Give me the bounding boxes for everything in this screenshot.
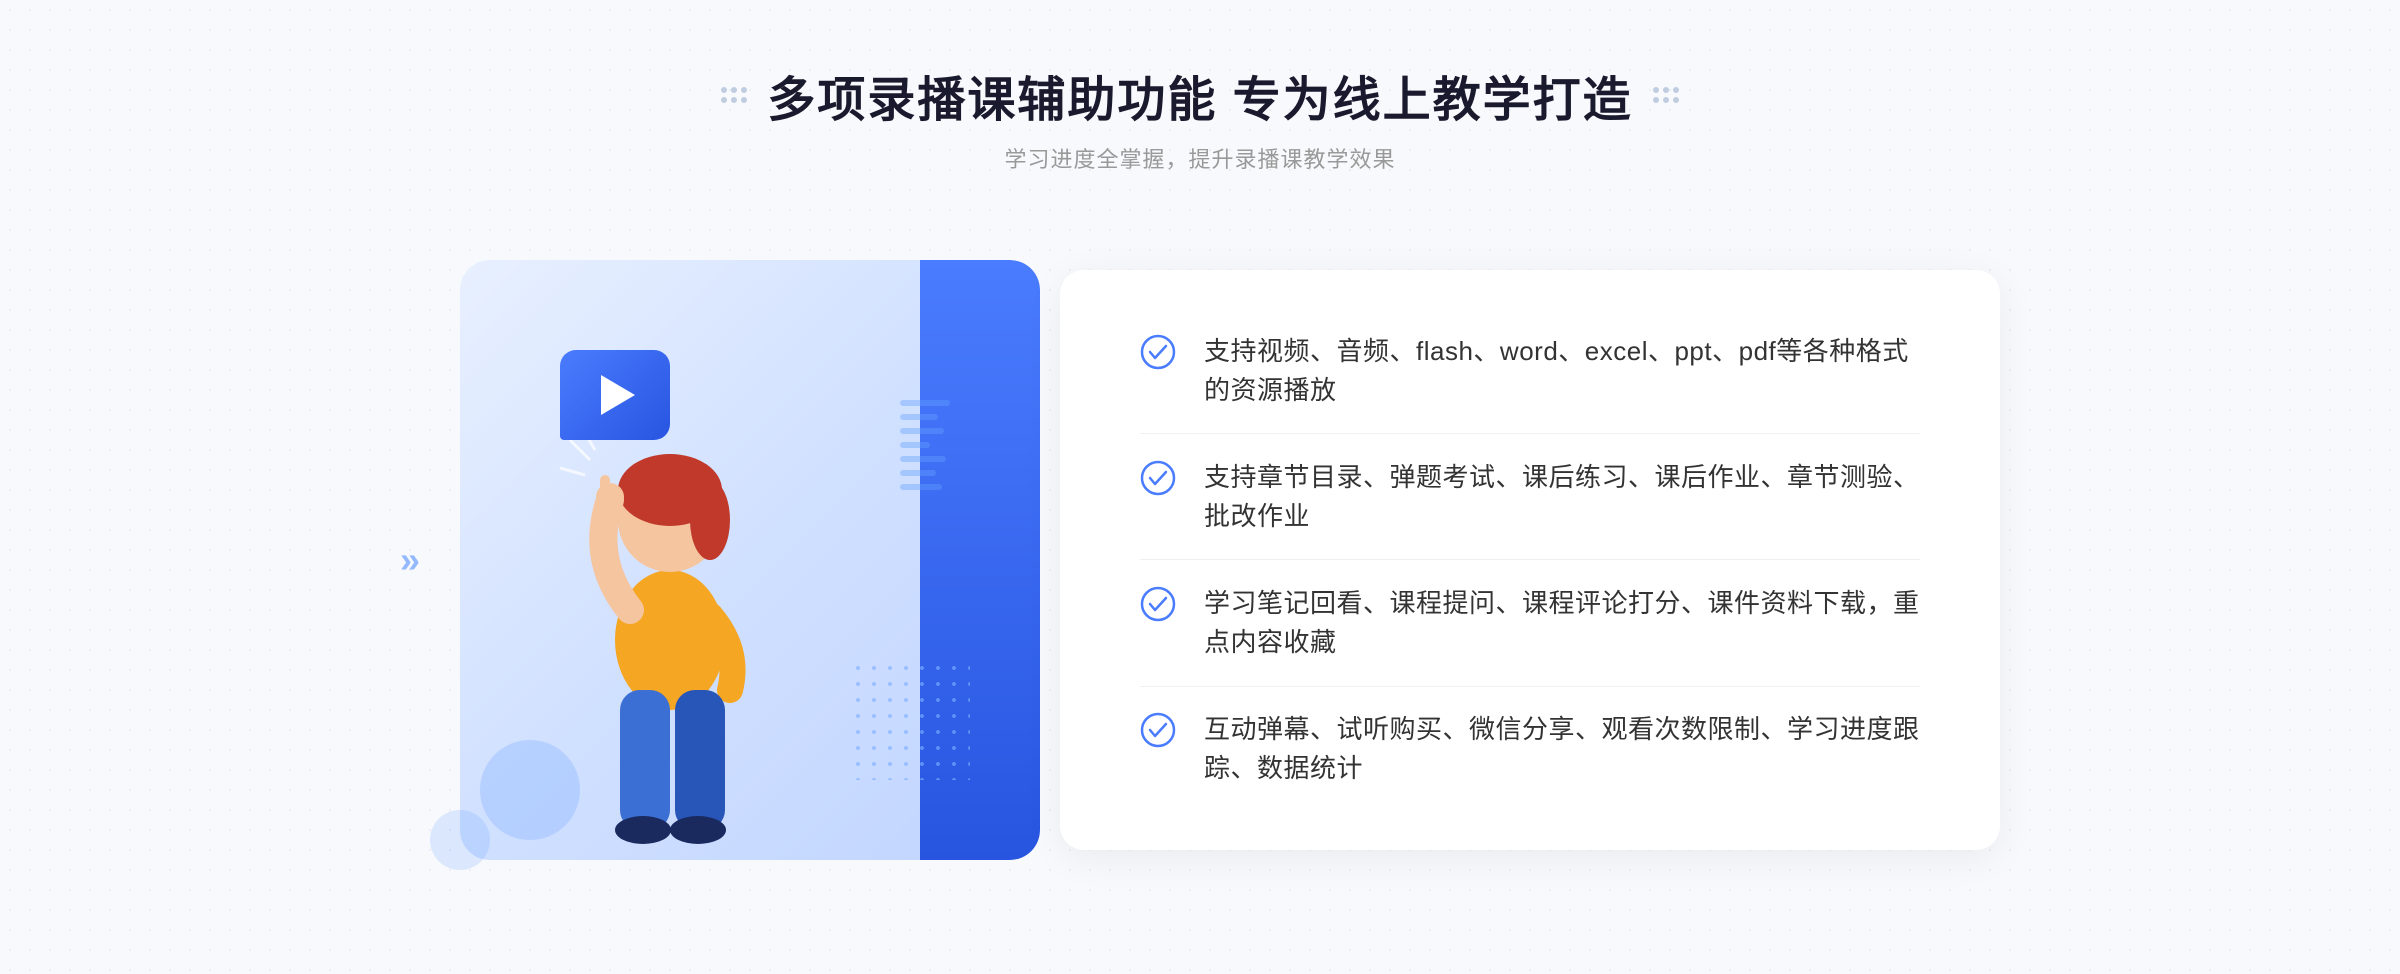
check-circle-icon-4: [1140, 712, 1176, 748]
feature-item-2: 支持章节目录、弹题考试、课后练习、课后作业、章节测验、批改作业: [1140, 458, 1920, 536]
left-arrows-decoration: »: [400, 539, 420, 581]
feature-text-2: 支持章节目录、弹题考试、课后练习、课后作业、章节测验、批改作业: [1204, 458, 1920, 536]
page-container: 多项录播课辅助功能 专为线上教学打造 学习进度全掌握，提升录播课教学效果 »: [0, 0, 2400, 974]
page-subtitle: 学习进度全掌握，提升录播课教学效果: [1004, 142, 1395, 174]
feature-divider-1: [1140, 433, 1920, 434]
feature-text-3: 学习笔记回看、课程提问、课程评论打分、课件资料下载，重点内容收藏: [1204, 584, 1920, 662]
dots-grid-decoration: [850, 660, 970, 780]
decorative-dots-right: [1653, 87, 1679, 103]
content-section: »: [400, 220, 2000, 900]
feature-text-1: 支持视频、音频、flash、word、excel、ppt、pdf等各种格式的资源…: [1204, 332, 1920, 410]
header-section: 多项录播课辅助功能 专为线上教学打造 学习进度全掌握，提升录播课教学效果: [721, 60, 1678, 174]
feature-divider-3: [1140, 686, 1920, 687]
main-title: 多项录播课辅助功能 专为线上教学打造: [767, 60, 1632, 130]
lines-decoration: [900, 400, 950, 490]
play-button-bubble: [560, 350, 670, 440]
features-panel: 支持视频、音频、flash、word、excel、ppt、pdf等各种格式的资源…: [1060, 270, 2000, 850]
illustration-wrapper: »: [400, 220, 1100, 900]
feature-divider-2: [1140, 559, 1920, 560]
feature-text-4: 互动弹幕、试听购买、微信分享、观看次数限制、学习进度跟踪、数据统计: [1204, 710, 1920, 788]
decorative-dots-left: [721, 87, 747, 103]
circle-decoration-1: [480, 740, 580, 840]
check-circle-icon-3: [1140, 586, 1176, 622]
feature-item-4: 互动弹幕、试听购买、微信分享、观看次数限制、学习进度跟踪、数据统计: [1140, 710, 1920, 788]
circle-decoration-2: [430, 810, 490, 870]
check-circle-icon-1: [1140, 334, 1176, 370]
title-row: 多项录播课辅助功能 专为线上教学打造: [721, 60, 1678, 130]
feature-item-1: 支持视频、音频、flash、word、excel、ppt、pdf等各种格式的资源…: [1140, 332, 1920, 410]
check-circle-icon-2: [1140, 460, 1176, 496]
feature-item-3: 学习笔记回看、课程提问、课程评论打分、课件资料下载，重点内容收藏: [1140, 584, 1920, 662]
